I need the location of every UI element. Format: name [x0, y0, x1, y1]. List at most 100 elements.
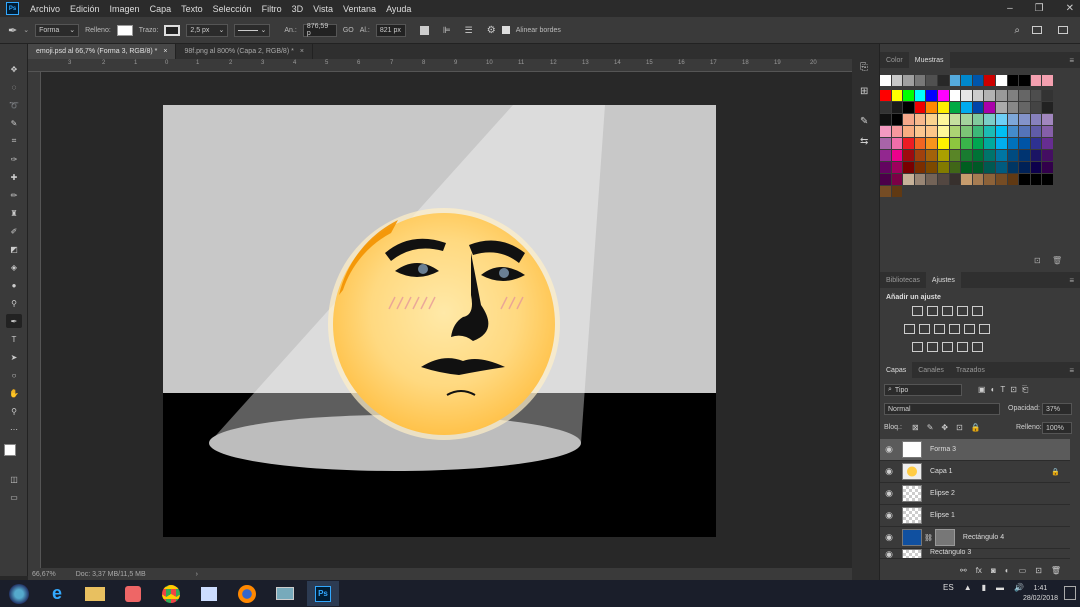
- color-swatch[interactable]: [880, 150, 892, 162]
- color-swatch[interactable]: [937, 138, 950, 150]
- new-layer-icon[interactable]: ⊡: [1035, 566, 1042, 575]
- blur-icon[interactable]: ●: [6, 278, 22, 292]
- network-icon[interactable]: ▮: [982, 583, 986, 592]
- history-icon[interactable]: ⎘: [860, 62, 868, 73]
- color-swatch[interactable]: [1042, 102, 1054, 114]
- color-swatch[interactable]: [903, 138, 915, 150]
- color-swatch[interactable]: [972, 138, 985, 150]
- menu-ventana[interactable]: Ventana: [338, 4, 381, 14]
- media-player-icon[interactable]: [117, 581, 149, 606]
- color-swatch[interactable]: [1019, 150, 1031, 162]
- color-swatch[interactable]: [926, 174, 938, 186]
- zoom-icon[interactable]: ⚲: [6, 404, 22, 418]
- color-swatch[interactable]: [1019, 174, 1031, 186]
- invert-icon[interactable]: [912, 342, 923, 352]
- color-swatch[interactable]: [995, 90, 1008, 102]
- path-select-icon[interactable]: ➤: [6, 350, 22, 364]
- menu-imagen[interactable]: Imagen: [105, 4, 145, 14]
- color-swatch[interactable]: [972, 126, 985, 138]
- color-swatch[interactable]: [926, 150, 938, 162]
- layer-row-capa-1[interactable]: ◉ Capa 1 🔒: [880, 461, 1070, 483]
- clock[interactable]: 1:41 28/02/2018: [1023, 584, 1058, 604]
- panel-menu-icon[interactable]: ≡: [1069, 366, 1074, 375]
- color-swatch[interactable]: [1030, 75, 1043, 87]
- color-swatch[interactable]: [984, 75, 996, 87]
- menu-ayuda[interactable]: Ayuda: [381, 4, 416, 14]
- color-swatch[interactable]: [961, 114, 973, 126]
- crop-icon[interactable]: ⌗: [6, 134, 22, 148]
- fill-input[interactable]: 100%: [1042, 422, 1072, 434]
- color-swatch[interactable]: [1042, 126, 1054, 138]
- close-icon[interactable]: ✕: [1066, 3, 1074, 14]
- color-swatch[interactable]: [937, 114, 950, 126]
- trash-icon[interactable]: 🗑: [1051, 566, 1061, 575]
- menu-seleccion[interactable]: Selección: [208, 4, 257, 14]
- color-swatch[interactable]: [1007, 174, 1020, 186]
- color-swatch[interactable]: [984, 138, 996, 150]
- color-swatch[interactable]: [961, 162, 973, 174]
- color-swatch[interactable]: [937, 90, 950, 102]
- photoshop-taskbar-icon[interactable]: Ps: [307, 581, 339, 606]
- color-swatch[interactable]: [914, 138, 927, 150]
- color-swatch[interactable]: [949, 150, 962, 162]
- color-swatch[interactable]: [1019, 75, 1031, 87]
- brush-icon[interactable]: ✏: [6, 188, 22, 202]
- color-swatch[interactable]: [891, 75, 904, 87]
- color-swatch[interactable]: [1019, 138, 1031, 150]
- lock-move-icon[interactable]: ✥: [941, 423, 948, 432]
- color-swatch[interactable]: [903, 150, 915, 162]
- tab-swatches[interactable]: Muestras: [908, 52, 950, 68]
- color-swatch[interactable]: [880, 126, 892, 138]
- color-swatch[interactable]: [891, 186, 904, 198]
- color-swatch[interactable]: [1042, 90, 1054, 102]
- color-swatch[interactable]: [914, 102, 927, 114]
- color-swatch[interactable]: [949, 114, 962, 126]
- color-swatch[interactable]: [972, 90, 985, 102]
- color-swatch[interactable]: [1042, 138, 1054, 150]
- color-swatch[interactable]: [937, 174, 950, 186]
- panel-menu-icon[interactable]: ≡: [1069, 276, 1074, 285]
- chevron-right-icon[interactable]: ›: [196, 571, 198, 578]
- color-swatch[interactable]: [984, 126, 996, 138]
- color-swatch[interactable]: [984, 114, 996, 126]
- share-icon[interactable]: [1058, 26, 1068, 34]
- mode-select[interactable]: Forma ⌄: [35, 23, 80, 37]
- visibility-eye-icon[interactable]: ◉: [880, 510, 898, 521]
- color-swatch[interactable]: [961, 102, 973, 114]
- color-swatch[interactable]: [995, 162, 1008, 174]
- color-swatch[interactable]: [949, 126, 962, 138]
- color-swatch[interactable]: [1007, 102, 1020, 114]
- black-white-icon[interactable]: [934, 324, 945, 334]
- color-balance-icon[interactable]: [919, 324, 930, 334]
- color-swatch[interactable]: [903, 102, 915, 114]
- tab-libraries[interactable]: Bibliotecas: [880, 272, 926, 288]
- color-swatch[interactable]: [1030, 162, 1043, 174]
- layer-name[interactable]: Rectángulo 4: [963, 534, 1004, 541]
- ellipse-tool-icon[interactable]: ○: [6, 368, 22, 382]
- layer-row-forma-3[interactable]: ◉ Forma 3: [880, 439, 1070, 461]
- color-swatch[interactable]: [1019, 126, 1031, 138]
- threshold-icon[interactable]: [942, 342, 953, 352]
- type-filter-icon[interactable]: T: [1000, 385, 1005, 395]
- color-swatch[interactable]: [1030, 126, 1043, 138]
- color-swatch[interactable]: [880, 174, 892, 186]
- color-swatch[interactable]: [995, 102, 1008, 114]
- visibility-eye-icon[interactable]: ◉: [880, 532, 898, 543]
- color-swatch[interactable]: [984, 162, 996, 174]
- color-swatch[interactable]: [972, 114, 985, 126]
- layer-row-rectangulo-3[interactable]: ◉ Rectángulo 3: [880, 549, 1070, 559]
- adjustments-icon[interactable]: ⇆: [860, 136, 868, 147]
- visibility-eye-icon[interactable]: ◉: [880, 466, 898, 477]
- layer-filter-select[interactable]: ⌕ Tipo: [884, 384, 962, 396]
- quick-select-icon[interactable]: ✎: [6, 116, 22, 130]
- brightness-icon[interactable]: [912, 306, 923, 316]
- layer-row-elipse-1[interactable]: ◉ Elipse 1: [880, 505, 1070, 527]
- screen-mode-icon[interactable]: ▭: [6, 490, 22, 504]
- color-swatch[interactable]: [1030, 138, 1043, 150]
- path-alignment-icon[interactable]: ⊫: [443, 25, 451, 36]
- path-arrangement-icon[interactable]: ☰: [465, 25, 473, 36]
- adjustment-filter-icon[interactable]: ◐: [991, 385, 996, 395]
- layer-row-elipse-2[interactable]: ◉ Elipse 2: [880, 483, 1070, 505]
- clone-stamp-icon[interactable]: ♜: [6, 206, 22, 220]
- file-explorer-icon[interactable]: [79, 581, 111, 606]
